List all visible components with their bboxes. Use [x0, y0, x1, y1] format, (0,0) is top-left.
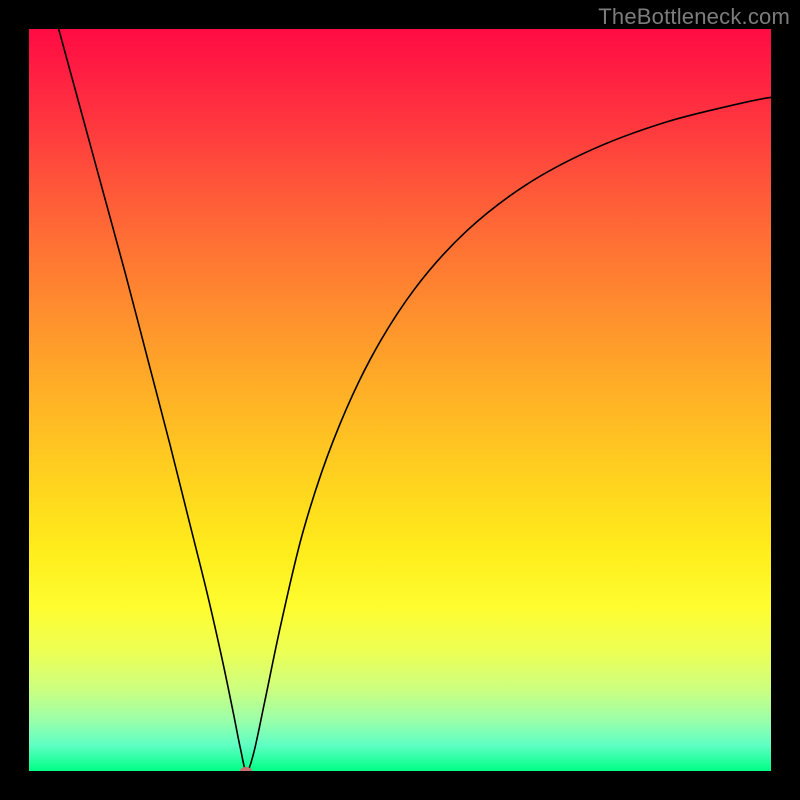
plot-area — [29, 29, 771, 771]
minimum-marker — [240, 767, 252, 771]
bottleneck-curve — [29, 29, 771, 771]
chart-stage: TheBottleneck.com — [0, 0, 800, 800]
watermark-text: TheBottleneck.com — [598, 4, 790, 30]
